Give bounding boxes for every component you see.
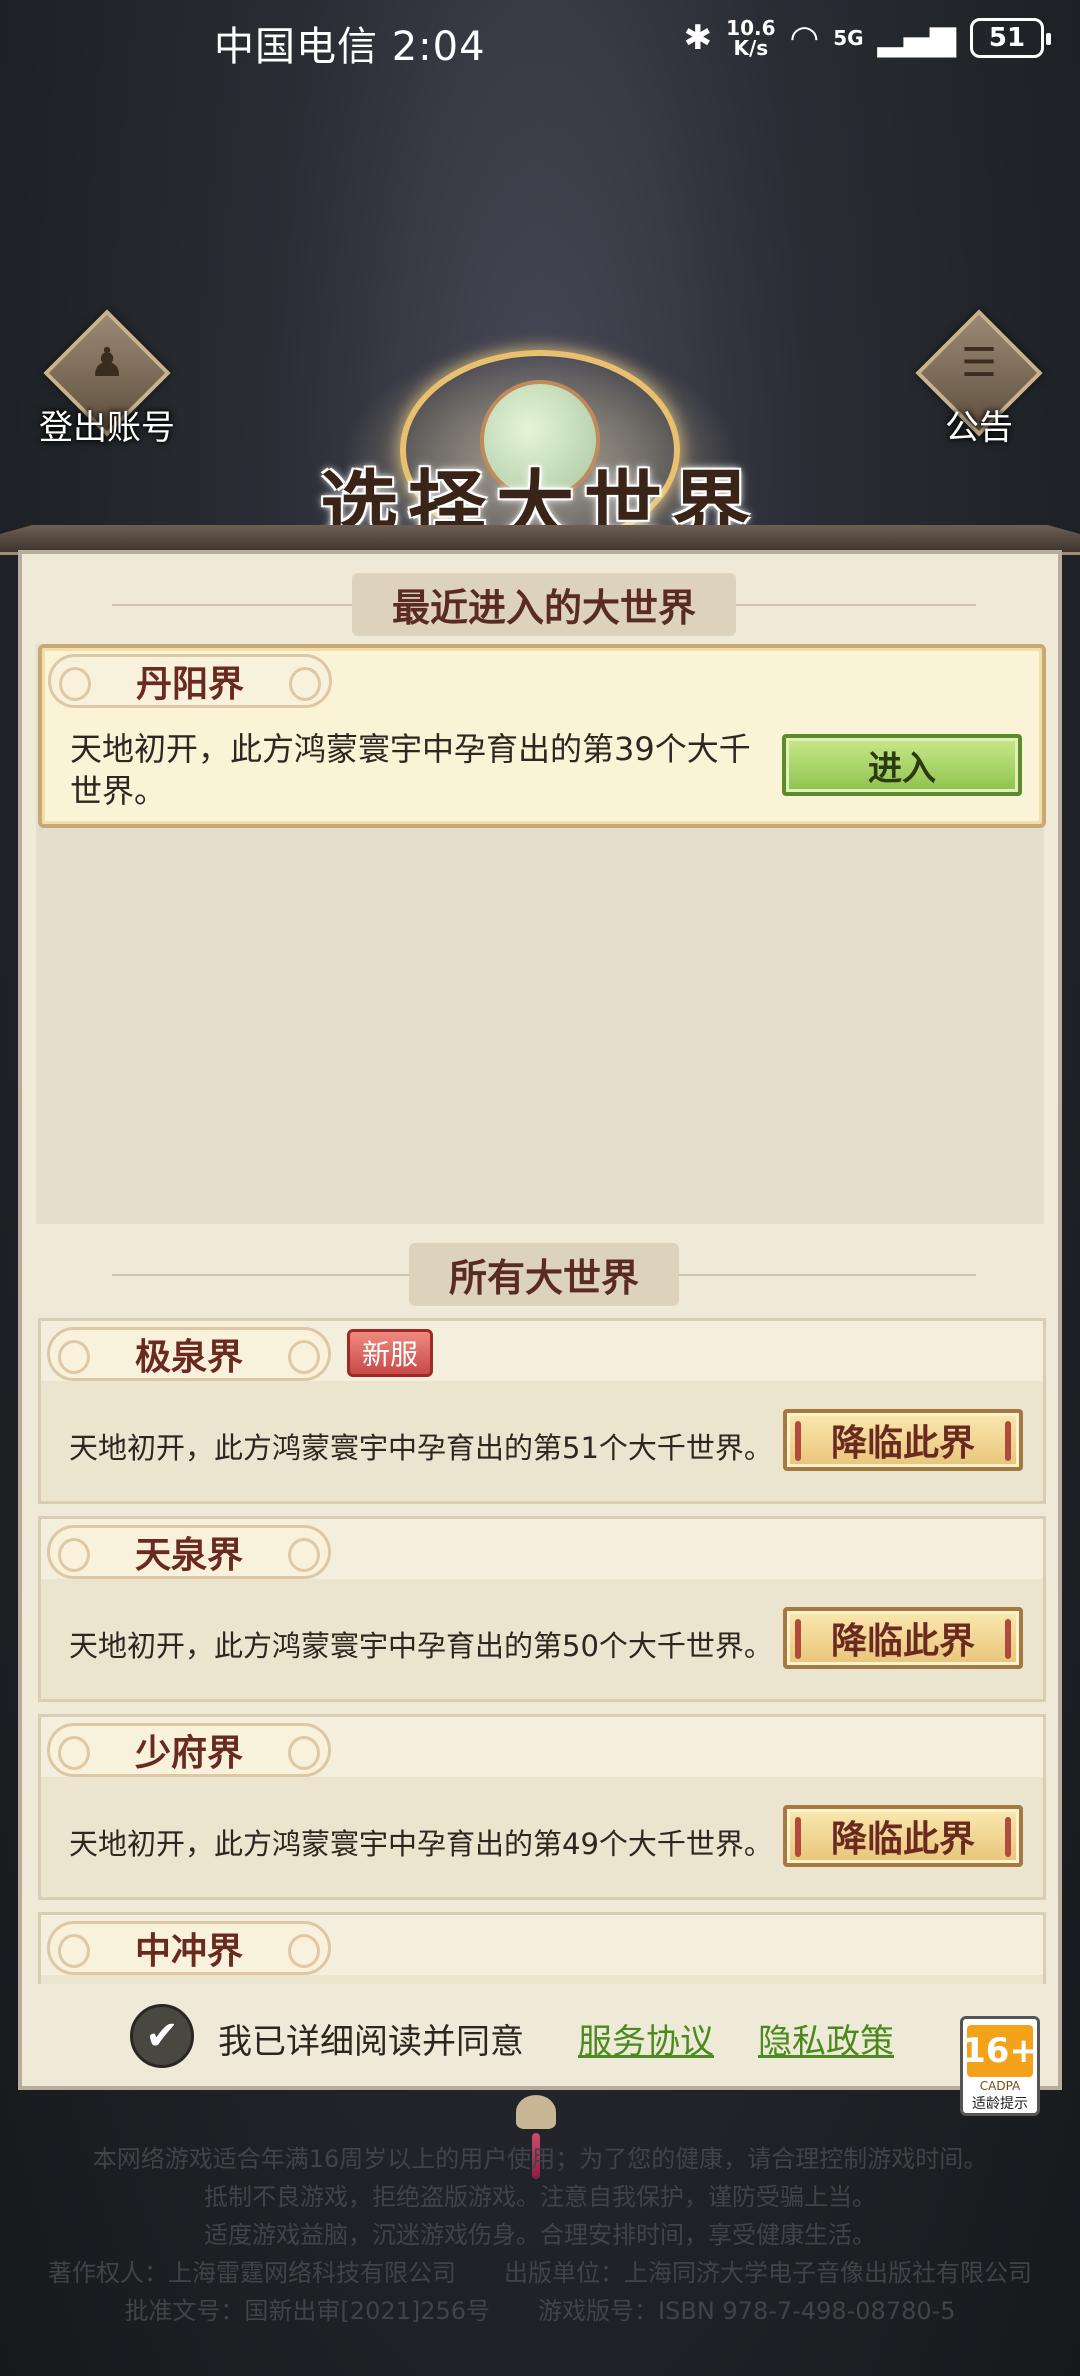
world-card: 少府界 天地初开，此方鸿蒙寰宇中孕育出的第49个大千世界。 降临此界 (38, 1714, 1046, 1900)
footer-line: 适度游戏益脑，沉迷游戏伤身。合理安排时间，享受健康生活。 (204, 2221, 876, 2249)
footer-line: 批准文号：国新出审[2021]256号 游戏版号：ISBN 978-7-498-… (124, 2297, 956, 2325)
footer-line: 抵制不良游戏，拒绝盗版游戏。注意自我保护，谨防受骗上当。 (204, 2183, 876, 2211)
terms-of-service-link[interactable]: 服务协议 (578, 2014, 714, 2063)
bell-icon (516, 2095, 556, 2129)
descend-button[interactable]: 降临此界 (783, 1409, 1023, 1471)
agreement-bar: ✔ 我已详细阅读并同意 服务协议 隐私政策 (22, 1994, 1066, 2074)
net-speed-value: 10.6 (726, 16, 776, 40)
battery-indicator: 51 (970, 18, 1051, 58)
age-rating-badge[interactable]: 16+ CADPA 适龄提示 (960, 2016, 1040, 2116)
recent-section-title: 最近进入的大世界 (351, 572, 736, 636)
footer-line: 著作权人：上海雷霆网络科技有限公司 出版单位：上海同济大学电子音像出版社有限公司 (48, 2259, 1032, 2287)
world-name: 天泉界 (47, 1525, 331, 1579)
agreement-text: 我已详细阅读并同意 (218, 2022, 524, 2062)
world-description: 天地初开，此方鸿蒙寰宇中孕育出的第49个大千世界。 (69, 1827, 773, 1861)
world-name: 少府界 (47, 1723, 331, 1777)
scroll-icon: ☰ (961, 340, 997, 386)
age-rating: 16+ (962, 2025, 1038, 2077)
check-icon: ✔ (145, 2013, 179, 2059)
figure-icon: ♟ (89, 340, 125, 386)
privacy-policy-link[interactable]: 隐私政策 (758, 2014, 894, 2063)
agreement-checkbox[interactable]: ✔ (130, 2004, 194, 2068)
status-icons: ✱ 10.6 K/s ◠ 5G ▂▄▆ 51 (683, 18, 1051, 58)
bluetooth-icon: ✱ (683, 18, 713, 58)
world-name: 极泉界 (47, 1327, 331, 1381)
logout-label: 登出账号 (39, 408, 175, 448)
status-bar: 中国电信 2:04 ✱ 10.6 K/s ◠ 5G ▂▄▆ 51 (0, 0, 1080, 80)
world-card: 中冲界 (38, 1912, 1046, 1984)
new-server-badge: 新服 (347, 1329, 433, 1377)
all-section-header: 所有大世界 (62, 1242, 1026, 1306)
enter-button[interactable]: 进入 (782, 734, 1022, 796)
world-select-panel: 最近进入的大世界 丹阳界 天地初开，此方鸿蒙寰宇中孕育出的第39个大千世界。 进… (18, 550, 1062, 2090)
wifi-icon: ◠ (789, 18, 820, 58)
logout-button[interactable]: ♟ 登出账号 (34, 309, 175, 460)
world-description: 天地初开，此方鸿蒙寰宇中孕育出的第50个大千世界。 (69, 1629, 773, 1663)
notice-label: 公告 (945, 408, 1013, 448)
world-name: 中冲界 (47, 1921, 331, 1975)
notice-button[interactable]: ☰ 公告 (906, 309, 1046, 460)
footer-notice: 本网络游戏适合年满16周岁以上的用户使用；为了您的健康，请合理控制游戏时间。 抵… (0, 2140, 1080, 2330)
recent-section-header: 最近进入的大世界 (62, 572, 1026, 636)
carrier-time: 中国电信 2:04 (214, 24, 486, 70)
world-name: 丹阳界 (48, 654, 332, 708)
network-type: 5G (833, 26, 864, 50)
age-rating-org: CADPA (979, 2079, 1021, 2093)
world-description: 天地初开，此方鸿蒙寰宇中孕育出的第51个大千世界。 (69, 1431, 773, 1465)
recent-world-card: 丹阳界 天地初开，此方鸿蒙寰宇中孕育出的第39个大千世界。 进入 (38, 644, 1046, 828)
net-speed-unit: K/s (733, 36, 769, 60)
world-card: 极泉界 新服 天地初开，此方鸿蒙寰宇中孕育出的第51个大千世界。 降临此界 (38, 1318, 1046, 1504)
all-section-title: 所有大世界 (408, 1242, 679, 1306)
world-description: 天地初开，此方鸿蒙寰宇中孕育出的第39个大千世界。 (70, 730, 751, 810)
footer-line: 本网络游戏适合年满16周岁以上的用户使用；为了您的健康，请合理控制游戏时间。 (92, 2145, 988, 2173)
age-rating-tip: 适龄提示 (972, 2096, 1028, 2112)
descend-button[interactable]: 降临此界 (783, 1805, 1023, 1867)
descend-button[interactable]: 降临此界 (783, 1607, 1023, 1669)
signal-icon: ▂▄▆ (877, 18, 956, 58)
world-card: 天泉界 天地初开，此方鸿蒙寰宇中孕育出的第50个大千世界。 降临此界 (38, 1516, 1046, 1702)
net-speed: 10.6 K/s (726, 18, 775, 58)
